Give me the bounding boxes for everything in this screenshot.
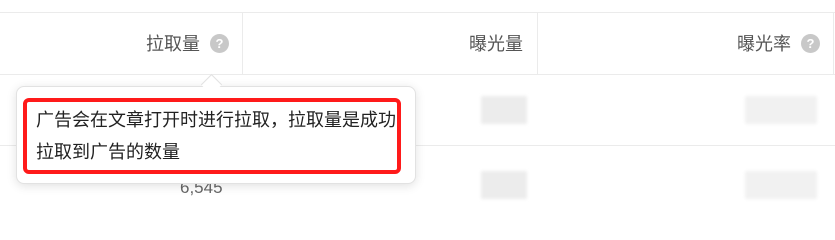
column-header-label: 曝光量 [469,34,523,54]
header-bottom-border [0,74,835,75]
blurred-cell-value [481,171,527,199]
question-circle-icon[interactable]: ? [210,33,229,53]
column-divider [833,12,834,74]
blurred-cell-value [481,96,527,124]
column-header-pulls[interactable]: 拉取量 ? [0,12,229,74]
column-header-label: 曝光率 [737,34,791,54]
blurred-cell-value [745,96,817,124]
column-header-impression-rate[interactable]: 曝光率 ? [538,12,820,74]
column-header-label: 拉取量 [146,34,200,54]
column-header-impressions[interactable]: 曝光量 [243,12,523,74]
tooltip-text: 广告会在文章打开时进行拉取，拉取量是成功拉取到广告的数量 [36,110,396,162]
blurred-cell-value [745,171,817,199]
question-circle-icon[interactable]: ? [801,33,820,53]
